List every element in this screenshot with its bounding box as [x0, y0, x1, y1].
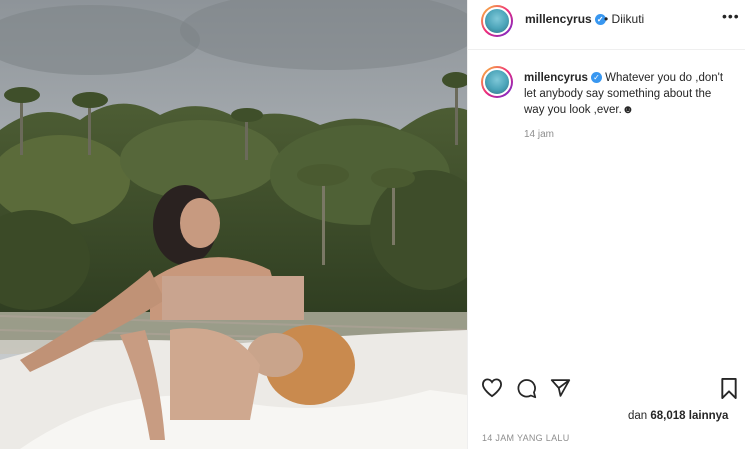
- caption-avatar[interactable]: [481, 66, 513, 98]
- share-icon[interactable]: [550, 378, 571, 398]
- likes-prefix: dan: [628, 410, 648, 422]
- post-header: millencyrus ✓ • Diikuti •••: [468, 0, 745, 50]
- caption-username[interactable]: millencyrus: [524, 72, 588, 84]
- caption: millencyrus ✓ Whatever you do ,don't let …: [524, 70, 734, 118]
- likes-summary[interactable]: dan 68,018 lainnya: [628, 410, 728, 422]
- bookmark-icon[interactable]: [720, 378, 738, 399]
- photo-illustration: [0, 0, 467, 449]
- comment-icon[interactable]: [516, 378, 537, 399]
- follow-status[interactable]: • Diikuti: [604, 12, 644, 26]
- caption-time: 14 jam: [524, 129, 555, 140]
- action-bar: [468, 376, 745, 402]
- post-timestamp[interactable]: 14 JAM YANG LALU: [482, 433, 570, 443]
- heart-icon[interactable]: [481, 378, 503, 398]
- header-username[interactable]: millencyrus ✓: [525, 12, 606, 26]
- likes-count[interactable]: 68,018: [650, 410, 685, 422]
- caption-verified-icon: ✓: [590, 72, 602, 84]
- caption-emoji: ☻: [621, 104, 634, 116]
- likes-suffix[interactable]: lainnya: [689, 410, 729, 422]
- header-username-text[interactable]: millencyrus: [525, 12, 592, 26]
- avatar[interactable]: [481, 5, 513, 37]
- post-side-panel: millencyrus ✓ • Diikuti ••• millencyrus ✓ …: [467, 0, 745, 449]
- post-photo[interactable]: [0, 0, 467, 449]
- more-options-icon[interactable]: •••: [722, 8, 740, 24]
